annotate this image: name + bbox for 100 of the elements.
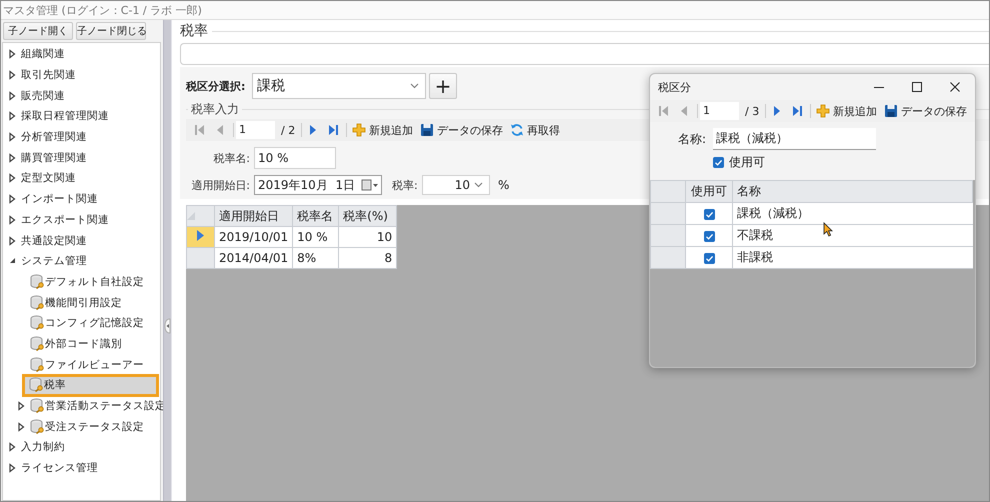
tree-item[interactable]: 定型文関連 — [3, 168, 160, 189]
tree-item[interactable]: 共通設定関連 — [3, 230, 160, 251]
group-title: 税率入力 — [188, 101, 242, 118]
toolbar-button[interactable]: 新規追加 — [349, 120, 418, 140]
database-key-icon — [30, 294, 44, 311]
tree-item[interactable]: 税率 — [23, 375, 158, 396]
plus-icon — [816, 104, 830, 118]
page-field[interactable]: 1 — [700, 102, 739, 120]
tree-item[interactable]: 購買管理関連 — [3, 147, 160, 168]
column-header[interactable]: 税率名 — [292, 206, 339, 226]
input-field[interactable]: 課税（減税） — [713, 128, 876, 150]
current-row-icon — [197, 230, 204, 241]
toolbar-button[interactable]: データの保存 — [417, 120, 508, 140]
column-header[interactable]: 適用開始日 — [214, 206, 293, 226]
tree-item[interactable]: 受注ステータス設定 — [3, 416, 160, 438]
field-label: 税区分選択: — [186, 78, 246, 94]
tree-item[interactable]: システム管理 — [3, 250, 160, 272]
collapsed-arrow-icon[interactable] — [8, 442, 17, 452]
column-header[interactable]: 名称 — [732, 180, 972, 202]
table-cell: 2019/10/01 — [214, 226, 293, 248]
collapsed-arrow-icon[interactable] — [8, 236, 17, 246]
field-label: 税率名: — [212, 150, 251, 166]
collapsed-arrow-icon[interactable] — [8, 49, 17, 60]
collapsed-arrow-icon[interactable] — [17, 401, 26, 412]
toolbar-button[interactable]: 子ノード開く — [3, 22, 73, 40]
close-icon[interactable] — [949, 81, 961, 93]
checked-checkbox[interactable] — [704, 208, 714, 220]
window-title: マスタ管理 (ログイン：C-1 / ラボ 一郎) — [3, 2, 202, 18]
chevron-down-icon — [474, 182, 483, 188]
table-cell: 8 — [338, 248, 397, 268]
collapsed-arrow-icon[interactable] — [8, 132, 17, 142]
tree-item[interactable]: 外部コード識別 — [3, 334, 160, 354]
collapsed-arrow-icon[interactable] — [8, 173, 17, 184]
tree-item[interactable]: ライセンス管理 — [3, 458, 160, 478]
tree-item[interactable]: 販売関連 — [3, 85, 160, 106]
database-key-icon — [29, 377, 43, 394]
tree-item[interactable]: 入力制約 — [3, 437, 160, 458]
database-key-icon — [30, 356, 44, 373]
tree-item[interactable]: エクスポート関連 — [3, 210, 160, 230]
checkbox-label: 使用可 — [729, 154, 765, 171]
collapse-arrow-icon[interactable] — [164, 318, 171, 334]
database-key-icon — [30, 398, 44, 414]
row-header[interactable] — [186, 226, 214, 248]
column-header[interactable]: 使用可 — [686, 180, 732, 202]
page-count: / 2 — [281, 124, 296, 136]
section-title: 税率 — [180, 22, 208, 40]
toolbar-button[interactable]: 子ノード閉じる — [76, 22, 146, 40]
tree-item[interactable]: インポート関連 — [3, 188, 160, 210]
collapsed-arrow-icon[interactable] — [8, 111, 17, 122]
calendar-dropdown-icon — [361, 179, 379, 191]
last-page-icon[interactable] — [327, 124, 340, 136]
collapsed-arrow-icon[interactable] — [8, 70, 17, 80]
add-button[interactable]: + — [429, 73, 457, 99]
tree-item[interactable]: 組織関連 — [3, 44, 160, 65]
tree-item[interactable]: 採取日程管理関連 — [3, 106, 160, 127]
table-cell: 8% — [292, 248, 339, 268]
input-field[interactable] — [180, 43, 989, 65]
collapsed-arrow-icon[interactable] — [8, 152, 17, 163]
date-picker[interactable]: 2019年10月 1日 — [254, 175, 382, 195]
column-header[interactable]: 税率(%) — [338, 206, 397, 226]
collapsed-arrow-icon[interactable] — [8, 463, 17, 474]
checked-checkbox[interactable] — [704, 230, 714, 242]
chevron-down-icon — [410, 83, 419, 89]
tree-item[interactable]: 機能間引用設定 — [3, 292, 160, 313]
tree-item[interactable]: コンフィグ記憶設定 — [3, 312, 160, 334]
tree-item[interactable]: デフォルト自社設定 — [3, 272, 160, 292]
field-label: 名称: — [678, 130, 708, 148]
toolbar-button[interactable]: データの保存 — [881, 101, 972, 121]
plus-icon — [352, 123, 366, 137]
database-key-icon — [30, 336, 44, 352]
collapsed-arrow-icon[interactable] — [8, 214, 17, 225]
page-field[interactable]: 1 — [236, 121, 275, 139]
checked-checkbox[interactable] — [713, 157, 724, 168]
checked-checkbox[interactable] — [704, 252, 714, 264]
mouse-cursor-icon — [823, 222, 833, 237]
database-key-icon — [30, 418, 44, 435]
database-key-icon — [30, 315, 44, 332]
toolbar-button[interactable]: 再取得 — [507, 120, 564, 140]
table-cell: 10 % — [292, 226, 339, 248]
database-key-icon — [30, 274, 44, 290]
toolbar-button[interactable]: 新規追加 — [813, 101, 882, 121]
unit-label: % — [498, 178, 510, 192]
table-cell: 2014/04/01 — [214, 248, 293, 268]
table-cell: 10 — [338, 226, 397, 248]
field-label: 税率: — [392, 178, 419, 192]
collapsed-arrow-icon[interactable] — [8, 194, 17, 204]
tree-item[interactable]: ファイルビューアー — [3, 354, 160, 375]
number-dropdown[interactable]: 10 — [422, 175, 490, 195]
dropdown[interactable]: 課税 — [252, 73, 426, 99]
page-count: / 3 — [745, 104, 760, 118]
collapsed-arrow-icon[interactable] — [8, 90, 17, 101]
tree-item[interactable]: 分析管理関連 — [3, 126, 160, 148]
maximize-icon[interactable] — [911, 81, 923, 93]
input-field[interactable]: 10 % — [254, 147, 336, 169]
field-label: 適用開始日: — [190, 178, 251, 192]
tree-item[interactable]: 取引先関連 — [3, 64, 160, 86]
window-title: 税区分 — [658, 80, 691, 94]
last-page-icon[interactable] — [791, 105, 804, 117]
refresh-icon — [510, 123, 524, 137]
collapsed-arrow-icon[interactable] — [17, 422, 26, 432]
